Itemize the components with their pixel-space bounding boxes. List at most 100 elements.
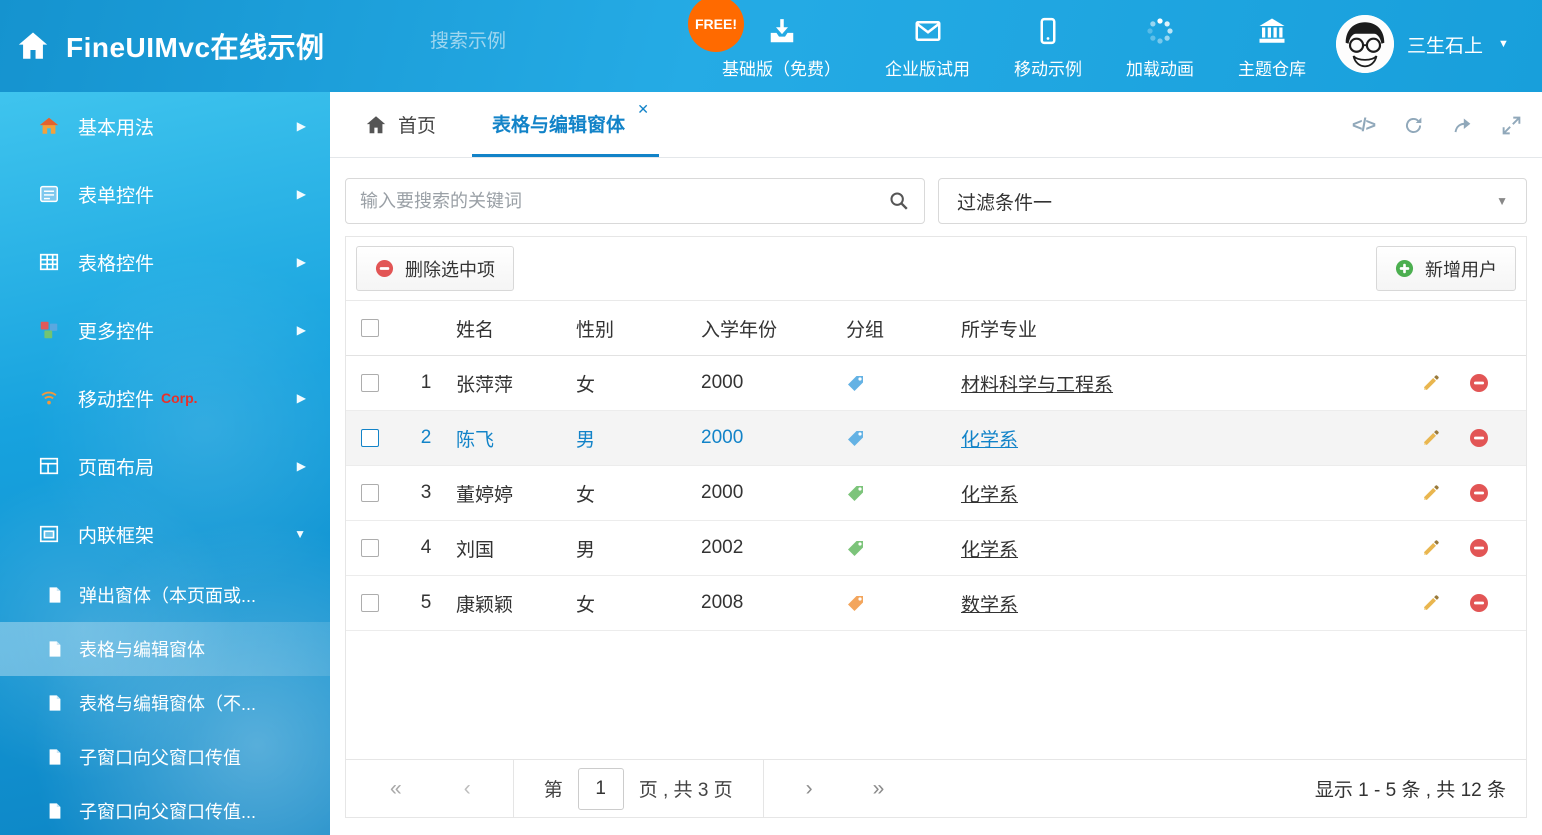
sidebar-item-1[interactable]: 表单控件▶ xyxy=(0,160,330,228)
cell-index: 4 xyxy=(396,521,456,576)
cell-year: 2000 xyxy=(701,356,846,411)
nav-item-loading-animation[interactable]: 加载动画 xyxy=(1126,16,1194,80)
table-header-row: 姓名 性别 入学年份 分组 所学专业 xyxy=(346,301,1526,356)
keyword-search-input[interactable] xyxy=(360,191,888,212)
cell-year: 2000 xyxy=(701,466,846,521)
delete-selected-button[interactable]: 删除选中项 xyxy=(356,246,514,291)
cell-gender: 男 xyxy=(576,411,701,466)
edit-button[interactable] xyxy=(1421,537,1441,559)
house-icon xyxy=(38,115,60,137)
row-checkbox[interactable] xyxy=(361,539,379,557)
sidebar-subitem-label: 表格与编辑窗体（不... xyxy=(79,690,256,716)
chevron-down-icon: ▼ xyxy=(1498,38,1509,50)
signal-icon xyxy=(38,387,60,409)
table-row[interactable]: 3董婷婷女2000化学系 xyxy=(346,466,1526,521)
nav-label: 加载动画 xyxy=(1126,55,1194,80)
layout-icon xyxy=(38,455,60,477)
file-icon xyxy=(46,640,64,658)
delete-row-button[interactable] xyxy=(1469,482,1489,504)
close-icon[interactable]: ✕ xyxy=(637,101,649,118)
sidebar-item-2[interactable]: 表格控件▶ xyxy=(0,228,330,296)
filter-dropdown[interactable]: 过滤条件一 ▼ xyxy=(938,178,1527,224)
delete-row-button[interactable] xyxy=(1469,537,1489,559)
blocks-icon xyxy=(38,319,60,341)
table-row[interactable]: 4刘国男2002化学系 xyxy=(346,521,1526,576)
major-link[interactable]: 材料科学与工程系 xyxy=(961,375,1113,396)
chevron-down-icon: ▼ xyxy=(1496,194,1508,208)
col-group: 分组 xyxy=(846,301,961,356)
header-search-input[interactable] xyxy=(430,31,675,53)
first-page-button[interactable]: « xyxy=(390,778,402,799)
row-checkbox[interactable] xyxy=(361,594,379,612)
edit-button[interactable] xyxy=(1421,427,1441,449)
edit-button[interactable] xyxy=(1421,372,1441,394)
next-page-button[interactable]: › xyxy=(806,778,813,799)
row-checkbox[interactable] xyxy=(361,429,379,447)
source-code-icon[interactable]: </> xyxy=(1352,115,1375,136)
sidebar-item-3[interactable]: 更多控件▶ xyxy=(0,296,330,364)
sidebar-item-label: 表单控件 xyxy=(78,181,154,208)
col-actions xyxy=(1421,301,1526,356)
select-all-checkbox[interactable] xyxy=(361,319,379,337)
refresh-icon[interactable] xyxy=(1403,115,1424,136)
edit-button[interactable] xyxy=(1421,592,1441,614)
sidebar-subitem-2[interactable]: 表格与编辑窗体（不... xyxy=(0,676,330,730)
tag-icon xyxy=(846,593,866,613)
frame-icon xyxy=(38,523,60,545)
col-gender: 性别 xyxy=(576,301,701,356)
cell-gender: 男 xyxy=(576,521,701,576)
sidebar-item-6[interactable]: 内联框架▼ xyxy=(0,500,330,568)
page-number-group: 第 页 , 共 3 页 xyxy=(513,760,764,818)
delete-row-button[interactable] xyxy=(1469,427,1489,449)
filter-row: 过滤条件一 ▼ xyxy=(330,158,1542,236)
table-row[interactable]: 1张萍萍女2000材料科学与工程系 xyxy=(346,356,1526,411)
page-number-input[interactable] xyxy=(578,768,624,810)
row-checkbox[interactable] xyxy=(361,484,379,502)
sidebar-item-4[interactable]: 移动控件Corp.▶ xyxy=(0,364,330,432)
username: 三生石上 xyxy=(1407,31,1483,58)
brand[interactable]: FineUIMvc在线示例 xyxy=(16,26,325,66)
last-page-button[interactable]: » xyxy=(873,778,885,799)
search-icon[interactable] xyxy=(888,190,910,212)
sidebar-item-5[interactable]: 页面布局▶ xyxy=(0,432,330,500)
cell-year: 2002 xyxy=(701,521,846,576)
sidebar-subitem-label: 子窗口向父窗口传值 xyxy=(79,744,241,770)
table-row[interactable]: 2陈飞男2000化学系 xyxy=(346,411,1526,466)
tab-grid-edit-window[interactable]: 表格与编辑窗体 ✕ xyxy=(472,92,659,157)
chevron-down-icon: ▼ xyxy=(294,527,306,541)
sidebar-item-label: 移动控件 xyxy=(78,385,154,412)
sidebar-item-label: 更多控件 xyxy=(78,317,154,344)
sidebar-subitem-1[interactable]: 表格与编辑窗体 xyxy=(0,622,330,676)
sidebar-subitem-3[interactable]: 子窗口向父窗口传值 xyxy=(0,730,330,784)
fullscreen-icon[interactable] xyxy=(1501,115,1522,136)
table-row[interactable]: 5康颖颖女2008数学系 xyxy=(346,576,1526,631)
tag-icon xyxy=(846,373,866,393)
major-link[interactable]: 化学系 xyxy=(961,485,1018,506)
home-icon xyxy=(16,29,50,63)
delete-row-button[interactable] xyxy=(1469,372,1489,394)
pagination-bar: « ‹ 第 页 , 共 3 页 › » 显示 1 - 5 条 , 共 12 条 xyxy=(346,759,1526,817)
edit-button[interactable] xyxy=(1421,482,1441,504)
major-link[interactable]: 数学系 xyxy=(961,595,1018,616)
filter-dropdown-value: 过滤条件一 xyxy=(957,188,1052,215)
sidebar-subitem-0[interactable]: 弹出窗体（本页面或... xyxy=(0,568,330,622)
cell-year: 2000 xyxy=(701,411,846,466)
delete-row-button[interactable] xyxy=(1469,592,1489,614)
sidebar-subitem-4[interactable]: 子窗口向父窗口传值... xyxy=(0,784,330,835)
nav-item-mobile-demo[interactable]: 移动示例 xyxy=(1014,16,1082,80)
cell-index: 3 xyxy=(396,466,456,521)
add-user-button[interactable]: 新增用户 xyxy=(1376,246,1516,291)
prev-page-button[interactable]: ‹ xyxy=(464,778,471,799)
major-link[interactable]: 化学系 xyxy=(961,430,1018,451)
share-icon[interactable] xyxy=(1452,115,1473,136)
nav-label: 主题仓库 xyxy=(1238,55,1306,80)
sidebar-item-0[interactable]: 基本用法▶ xyxy=(0,92,330,160)
tab-home[interactable]: 首页 xyxy=(365,92,436,157)
download-icon xyxy=(767,16,797,46)
user-menu[interactable]: 三生石上 ▼ xyxy=(1336,15,1509,73)
major-link[interactable]: 化学系 xyxy=(961,540,1018,561)
row-checkbox[interactable] xyxy=(361,374,379,392)
nav-item-theme-repo[interactable]: 主题仓库 xyxy=(1238,16,1306,80)
record-summary: 显示 1 - 5 条 , 共 12 条 xyxy=(1315,775,1510,802)
nav-item-enterprise-trial[interactable]: 企业版试用 xyxy=(885,16,970,80)
